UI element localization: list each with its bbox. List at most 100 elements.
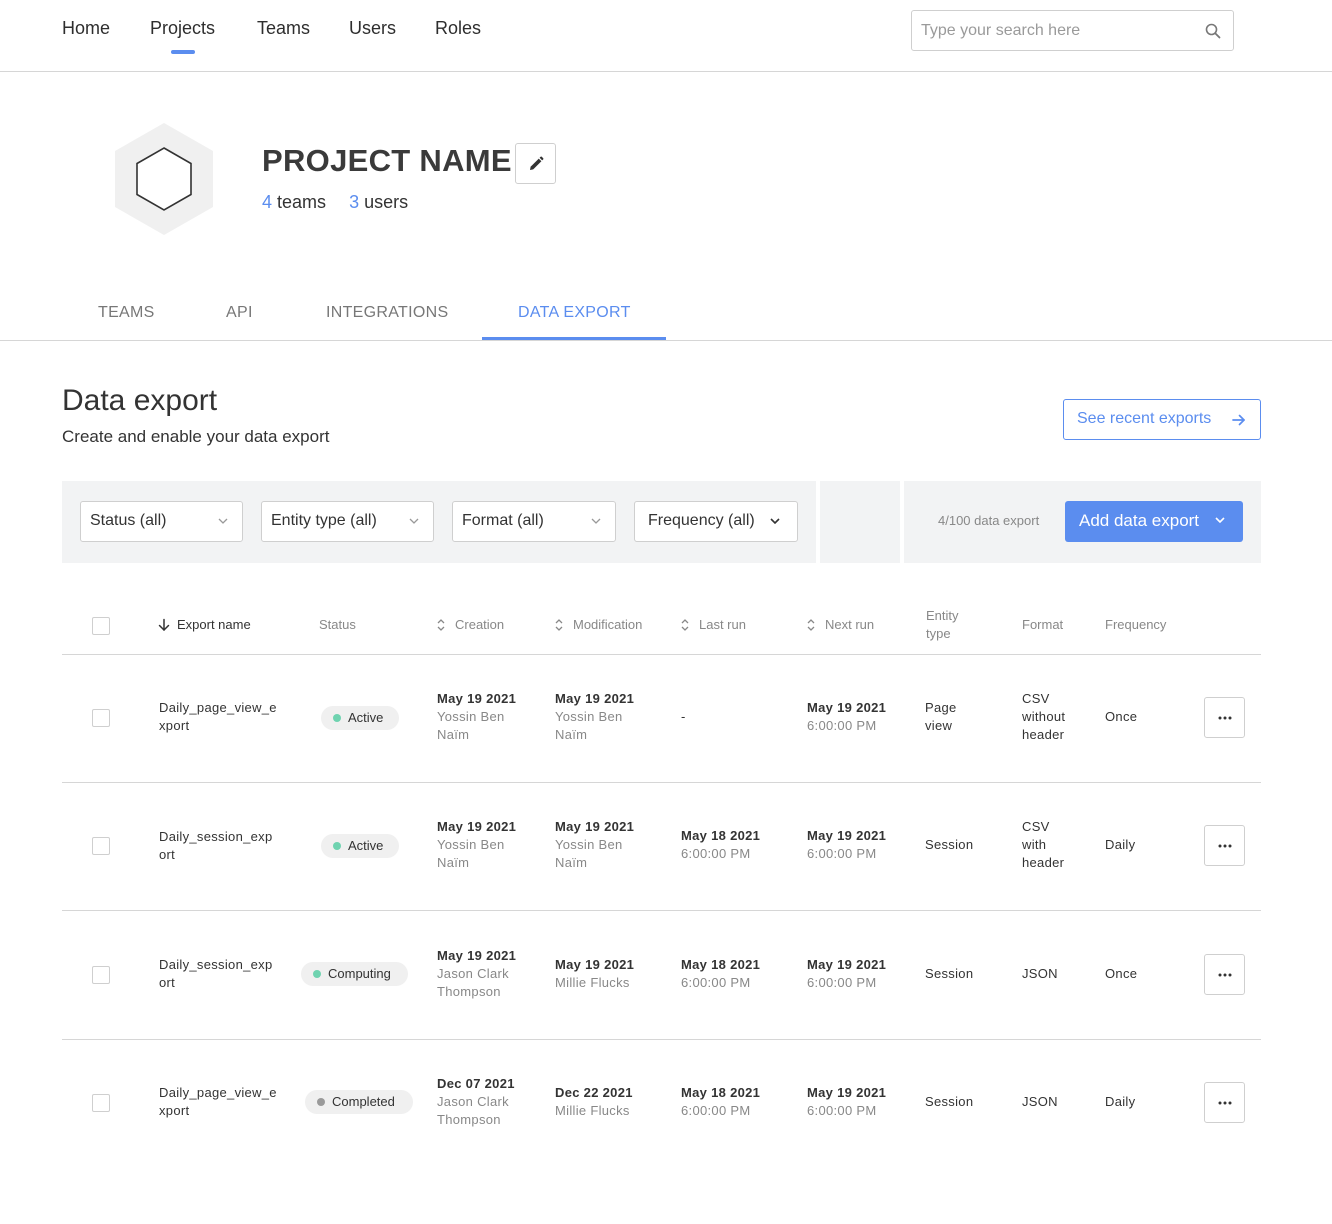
- export-name-line2: ort: [159, 975, 176, 990]
- tab-api[interactable]: API: [226, 304, 253, 322]
- next-run-cell: May 19 2021 6:00:00 PM: [807, 699, 886, 735]
- creation-cell: May 19 2021 Jason Clark Thompson: [437, 947, 516, 1001]
- column-header-frequency: Frequency: [1105, 617, 1167, 632]
- row-checkbox[interactable]: [92, 966, 110, 984]
- nav-projects-label: Projects: [150, 18, 216, 38]
- format-line1: CSV: [1022, 691, 1050, 706]
- row-actions-button[interactable]: [1204, 1082, 1245, 1123]
- format-line2: with: [1022, 837, 1047, 852]
- next-run-date: May 19 2021: [807, 700, 887, 715]
- edit-project-button[interactable]: [515, 143, 556, 184]
- row-checkbox[interactable]: [92, 1094, 110, 1112]
- modification-cell: May 19 2021 Yossin Ben Naïm: [555, 690, 634, 744]
- format-line1: CSV: [1022, 819, 1050, 834]
- modification-author-line2: Naïm: [555, 727, 588, 742]
- search-input[interactable]: [912, 11, 1192, 50]
- nav-home[interactable]: Home: [62, 18, 110, 39]
- export-name-line2: ort: [159, 847, 176, 862]
- users-count-number: 3: [349, 192, 360, 212]
- frequency-filter-select[interactable]: Frequency (all): [634, 501, 798, 542]
- modification-author-line1: Yossin Ben: [555, 709, 623, 724]
- status-dot: [313, 970, 321, 978]
- row-checkbox[interactable]: [92, 837, 110, 855]
- last-run-cell: -: [681, 709, 686, 724]
- export-name-cell[interactable]: Daily_page_view_e xport: [159, 1084, 277, 1120]
- row-divider: [62, 1039, 1261, 1040]
- next-run-cell: May 19 2021 6:00:00 PM: [807, 827, 886, 863]
- export-name-cell[interactable]: Daily_page_view_e xport: [159, 699, 277, 735]
- tab-integrations[interactable]: INTEGRATIONS: [326, 304, 448, 322]
- export-count: 4/100 data export: [938, 513, 1040, 528]
- next-run-time: 6:00:00 PM: [807, 1103, 877, 1118]
- status-filter-select[interactable]: Status (all): [80, 501, 243, 542]
- status-badge-label: Completed: [332, 1094, 395, 1109]
- nav-roles[interactable]: Roles: [435, 18, 481, 39]
- chevron-down-icon: [1215, 517, 1225, 523]
- nav-teams[interactable]: Teams: [257, 18, 310, 39]
- teams-count[interactable]: 4 teams: [262, 192, 326, 212]
- modification-date: May 19 2021: [555, 819, 635, 834]
- modification-date: May 19 2021: [555, 691, 635, 706]
- format-line3: header: [1022, 855, 1065, 870]
- teams-count-label: teams: [277, 192, 327, 212]
- see-recent-exports-button[interactable]: See recent exports: [1063, 399, 1261, 440]
- column-header-export-name[interactable]: Export name: [157, 616, 251, 634]
- export-name-cell[interactable]: Daily_session_exp ort: [159, 828, 273, 864]
- export-name-cell[interactable]: Daily_session_exp ort: [159, 956, 273, 992]
- column-header-modification[interactable]: Modification: [554, 616, 642, 634]
- modification-cell: May 19 2021 Yossin Ben Naïm: [555, 818, 634, 872]
- select-all-checkbox[interactable]: [92, 617, 110, 635]
- column-header-format: Format: [1022, 617, 1064, 632]
- entity-type-filter-select[interactable]: Entity type (all): [261, 501, 434, 542]
- chevron-down-icon: [218, 518, 228, 524]
- tab-data-export[interactable]: DATA EXPORT: [518, 304, 631, 322]
- column-header-export-name-label: Export name: [177, 617, 251, 632]
- creation-author-line1: Jason Clark: [437, 966, 509, 981]
- creation-date: May 19 2021: [437, 948, 517, 963]
- next-run-cell: May 19 2021 6:00:00 PM: [807, 1084, 886, 1120]
- modification-author: Millie Flucks: [555, 975, 630, 990]
- entity-type-filter-label: Entity type (all): [271, 512, 377, 529]
- users-count[interactable]: 3 users: [349, 192, 408, 212]
- users-count-label: users: [364, 192, 409, 212]
- add-data-export-button[interactable]: Add data export: [1065, 501, 1243, 542]
- last-run-date: May 18 2021: [681, 1085, 761, 1100]
- column-header-creation[interactable]: Creation: [436, 616, 504, 634]
- nav-roles-label: Roles: [435, 18, 482, 38]
- next-run-time: 6:00:00 PM: [807, 718, 877, 733]
- format-filter-select[interactable]: Format (all): [452, 501, 616, 542]
- nav-teams-label: Teams: [257, 18, 311, 38]
- nav-projects[interactable]: Projects: [150, 18, 216, 54]
- project-name: PROJECT NAME: [262, 143, 512, 178]
- format-filter-label: Format (all): [462, 512, 544, 529]
- column-header-next-run[interactable]: Next run: [806, 616, 874, 634]
- row-actions-button[interactable]: [1204, 697, 1245, 738]
- row-actions-button[interactable]: [1204, 954, 1245, 995]
- column-header-last-run[interactable]: Last run: [680, 616, 746, 634]
- modification-cell: Dec 22 2021 Millie Flucks: [555, 1084, 633, 1120]
- frequency-filter-label: Frequency (all): [648, 512, 755, 529]
- frequency-cell: Once: [1105, 709, 1138, 724]
- top-nav: Home Projects Teams Users Roles: [0, 0, 1332, 72]
- format-cell: JSON: [1022, 1094, 1058, 1109]
- tab-teams[interactable]: TEAMS: [98, 304, 155, 322]
- row-checkbox[interactable]: [92, 709, 110, 727]
- next-run-time: 6:00:00 PM: [807, 846, 877, 861]
- more-horizontal-icon: [1218, 716, 1232, 720]
- last-run-time: 6:00:00 PM: [681, 1103, 751, 1118]
- export-name-line2: xport: [159, 718, 190, 733]
- section-subtitle: Create and enable your data export: [62, 427, 330, 446]
- column-header-entity-type-line2: type: [926, 626, 951, 641]
- entity-type-cell: Session: [925, 966, 974, 981]
- arrow-down-icon: [158, 618, 170, 631]
- nav-users-label: Users: [349, 18, 397, 38]
- nav-users[interactable]: Users: [349, 18, 396, 39]
- row-actions-button[interactable]: [1204, 825, 1245, 866]
- export-name-line1: Daily_session_exp: [159, 957, 273, 972]
- format-line2: without: [1022, 709, 1066, 724]
- search-icon[interactable]: [1204, 22, 1222, 40]
- active-tab-indicator: [482, 337, 666, 340]
- format-line3: header: [1022, 727, 1065, 742]
- status-badge-label: Computing: [328, 966, 391, 981]
- table-header-divider: [62, 654, 1261, 655]
